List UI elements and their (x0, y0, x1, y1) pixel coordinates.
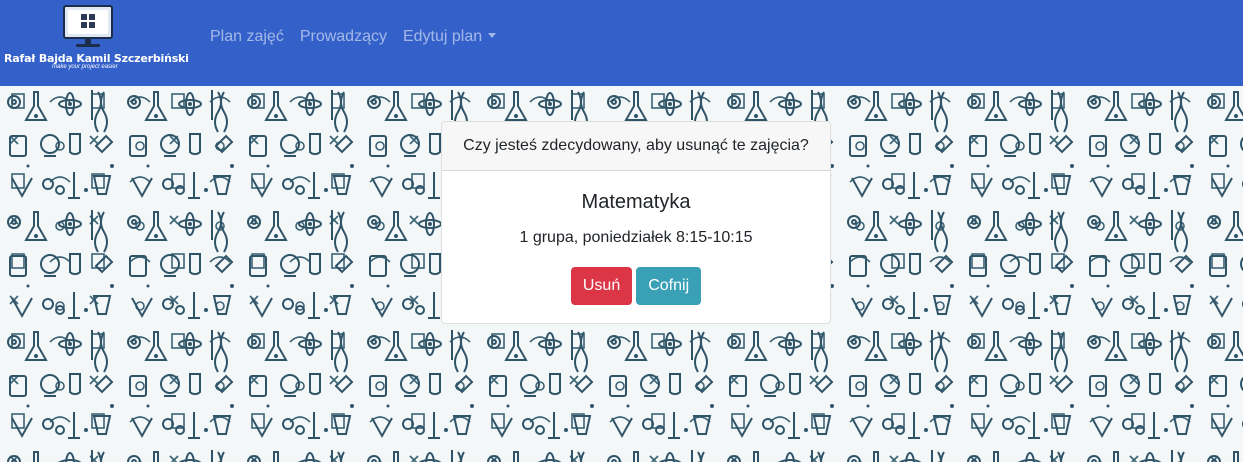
nav-dropdown-label: Edytuj plan (402, 28, 483, 45)
course-detail: 1 grupa, poniedziałek 8:15-10:15 (519, 229, 753, 246)
dialog-actions: Usuń Cofnij (442, 267, 830, 305)
caret-down-icon (488, 33, 497, 38)
brand[interactable]: Rafał Bajda Kamil Szczerbiński make your… (0, 0, 190, 86)
top-navbar: Rafał Bajda Kamil Szczerbiński make your… (0, 0, 1243, 86)
dialog-header: Czy jesteś zdecydowany, aby usunąć te za… (442, 122, 830, 171)
course-name: Matematyka (581, 191, 691, 213)
dialog-body: Matematyka 1 grupa, poniedziałek 8:15-10… (442, 191, 830, 305)
main-nav: Plan zajęć Prowadzący Edytuj plan (210, 28, 497, 46)
delete-confirmation-dialog: Czy jesteś zdecydowany, aby usunąć te za… (441, 121, 831, 324)
back-button[interactable]: Cofnij (636, 267, 702, 305)
nav-link-prowadzacy[interactable]: Prowadzący (300, 28, 387, 46)
delete-button[interactable]: Usuń (570, 267, 633, 305)
brand-tagline: make your project easier (52, 64, 118, 70)
nav-dropdown-edytuj-plan[interactable]: Edytuj plan (402, 28, 497, 46)
monitor-windows-icon (63, 5, 113, 47)
nav-link-plan-zajec[interactable]: Plan zajęć (210, 28, 284, 46)
